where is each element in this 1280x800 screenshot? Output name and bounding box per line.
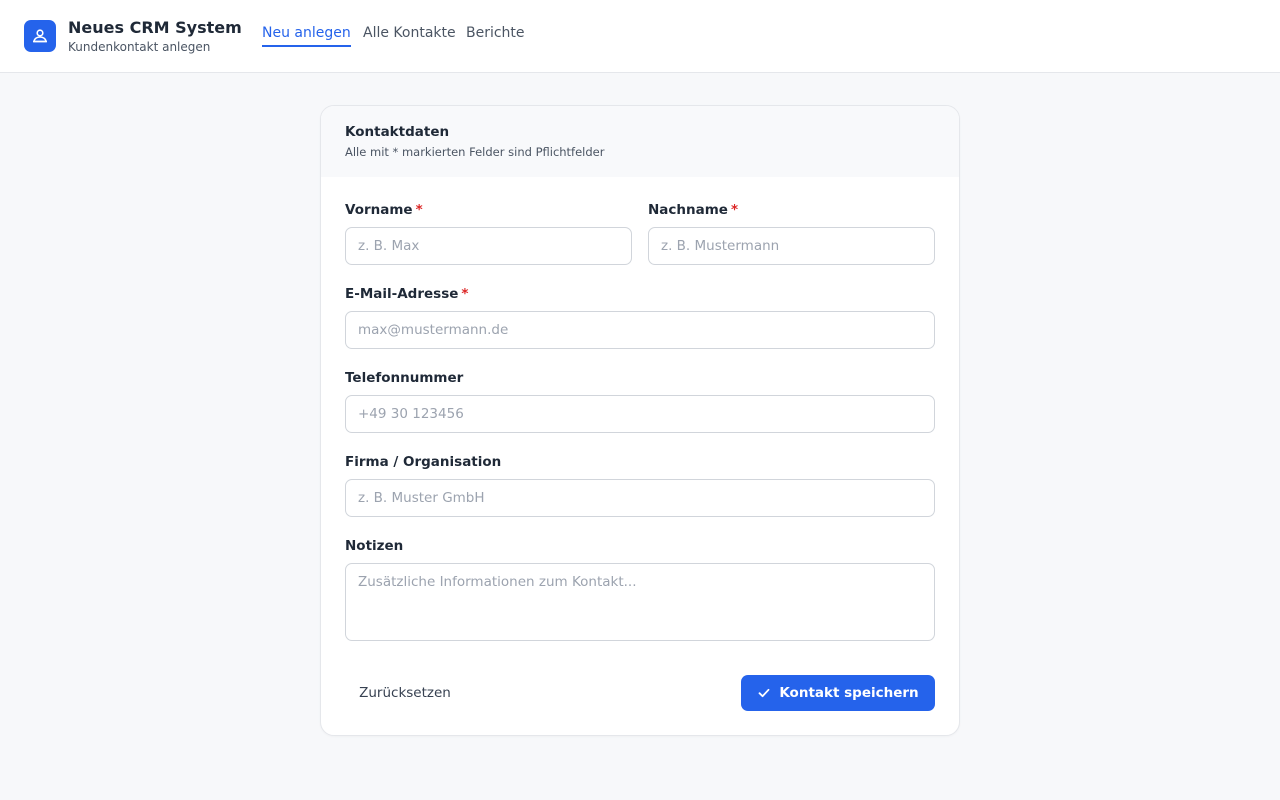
- company-field[interactable]: [345, 479, 935, 517]
- email-label-text: E-Mail-Adresse: [345, 286, 459, 302]
- form-title: Kontaktdaten: [345, 124, 450, 140]
- phone-label-text: Telefonnummer: [345, 370, 464, 386]
- top-bar: Neues CRM System Kundenkontakt anlegen N…: [0, 0, 1280, 73]
- tab-neu-anlegen[interactable]: Neu anlegen: [262, 25, 351, 47]
- checkmark-icon: [758, 688, 770, 698]
- user-group-icon: [33, 29, 47, 43]
- notes-label: Notizen: [345, 538, 403, 554]
- save-contact-button[interactable]: Kontakt speichern: [741, 675, 935, 711]
- save-button-label: Kontakt speichern: [779, 685, 919, 701]
- last-name-field[interactable]: [648, 227, 935, 265]
- email-label: E-Mail-Adresse *: [345, 286, 468, 302]
- first-name-label: Vorname *: [345, 202, 423, 218]
- required-marker: *: [415, 202, 423, 218]
- email-field[interactable]: [345, 311, 935, 349]
- contact-form-card: Kontaktdaten Alle mit * markierten Felde…: [320, 105, 960, 736]
- first-name-label-text: Vorname: [345, 202, 413, 218]
- reset-button[interactable]: Zurücksetzen: [345, 676, 465, 710]
- form-subtitle: Alle mit * markierten Felder sind Pflich…: [345, 145, 605, 159]
- card-header: Kontaktdaten Alle mit * markierten Felde…: [321, 106, 959, 177]
- company-label: Firma / Organisation: [345, 454, 501, 470]
- app-title: Neues CRM System: [68, 18, 242, 37]
- first-name-field[interactable]: [345, 227, 632, 265]
- last-name-label-text: Nachname: [648, 202, 728, 218]
- notes-textarea[interactable]: [345, 563, 935, 641]
- app-logo: [24, 20, 56, 52]
- notes-label-text: Notizen: [345, 538, 404, 554]
- required-marker: *: [461, 286, 469, 302]
- company-label-text: Firma / Organisation: [345, 454, 502, 470]
- required-marker: *: [730, 202, 739, 218]
- last-name-label: Nachname *: [648, 202, 738, 218]
- tab-berichte[interactable]: Berichte: [466, 25, 525, 45]
- phone-field[interactable]: [345, 395, 935, 433]
- phone-label: Telefonnummer: [345, 370, 463, 386]
- tab-alle-kontakte[interactable]: Alle Kontakte: [363, 25, 456, 45]
- app-subtitle: Kundenkontakt anlegen: [68, 40, 211, 54]
